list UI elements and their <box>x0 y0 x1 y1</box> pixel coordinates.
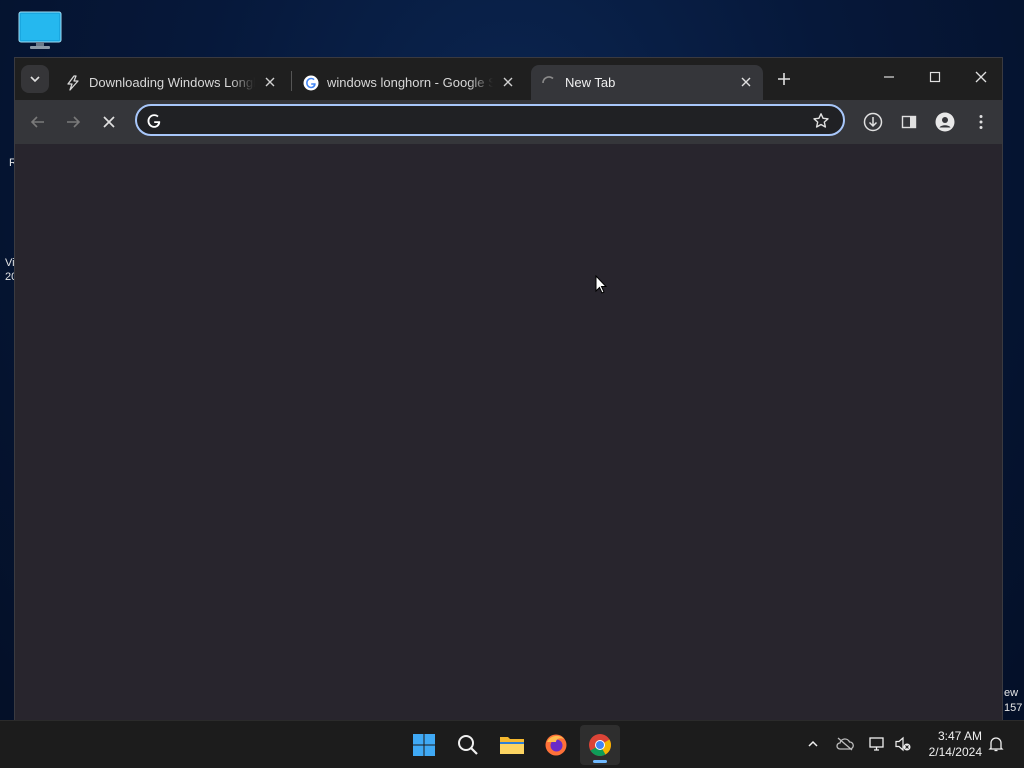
chrome-button[interactable] <box>580 725 620 765</box>
tab-strip: Downloading Windows Longhorn windows lon… <box>15 58 1002 100</box>
back-button[interactable] <box>24 108 52 136</box>
side-panel-button[interactable] <box>895 108 923 136</box>
clock-time: 3:47 AM <box>937 729 982 743</box>
volume-muted-icon <box>895 736 911 752</box>
windows-logo-icon <box>413 734 435 756</box>
clock-date: 2/14/2024 <box>928 745 982 759</box>
close-icon[interactable] <box>739 75 753 89</box>
more-vertical-icon <box>979 115 983 129</box>
chevron-down-icon <box>30 76 40 83</box>
firefox-icon <box>545 734 567 756</box>
address-input[interactable] <box>171 110 795 132</box>
tab-title: windows longhorn - Google Search <box>327 75 493 90</box>
file-explorer-button[interactable] <box>492 725 532 765</box>
address-bar[interactable] <box>135 104 845 136</box>
close-icon[interactable] <box>501 75 515 89</box>
onedrive-tray-icon[interactable] <box>834 733 856 755</box>
desktop-label-fragment: 157 <box>1004 702 1023 714</box>
downloads-button[interactable] <box>859 108 887 136</box>
arrow-left-icon <box>30 116 44 128</box>
bolt-icon <box>65 74 81 91</box>
arrow-right-icon <box>67 116 81 128</box>
maximize-icon <box>929 71 941 83</box>
start-button[interactable] <box>404 725 444 765</box>
bookmark-star-icon[interactable] <box>811 111 831 131</box>
minimize-icon <box>884 76 894 78</box>
avatar-icon <box>935 112 955 132</box>
minimize-button[interactable] <box>866 58 912 96</box>
network-icon <box>869 737 884 751</box>
close-icon <box>103 116 115 128</box>
tab-search-button[interactable] <box>21 65 49 93</box>
close-icon <box>975 71 987 83</box>
browser-window: Downloading Windows Longhorn windows lon… <box>14 57 1003 721</box>
plus-icon <box>778 73 790 85</box>
network-tray-icon[interactable] <box>866 733 888 755</box>
mouse-cursor-icon <box>595 275 607 294</box>
stop-loading-button[interactable] <box>95 108 123 136</box>
google-g-icon <box>147 114 161 128</box>
tab-title: Downloading Windows Longhorn <box>89 75 255 90</box>
close-icon[interactable] <box>263 75 277 89</box>
tab-downloading-longhorn[interactable]: Downloading Windows Longhorn <box>55 65 287 100</box>
taskbar-search-button[interactable] <box>448 725 488 765</box>
firefox-button[interactable] <box>536 725 576 765</box>
taskbar: 3:47 AM 2/14/2024 <box>0 720 1024 768</box>
browser-toolbar <box>15 100 1002 144</box>
folder-icon <box>500 737 524 754</box>
side-panel-icon <box>901 115 917 129</box>
taskbar-clock[interactable]: 3:47 AM 2/14/2024 <box>929 728 982 760</box>
tab-separator <box>291 71 292 91</box>
forward-button[interactable] <box>59 108 87 136</box>
search-icon <box>458 735 478 755</box>
menu-button[interactable] <box>967 108 995 136</box>
profile-button[interactable] <box>931 108 959 136</box>
cloud-off-icon <box>836 737 854 751</box>
close-window-button[interactable] <box>958 58 1004 96</box>
desktop-monitor-icon[interactable] <box>18 10 62 50</box>
google-icon <box>303 75 319 91</box>
show-hidden-icons-button[interactable] <box>802 733 824 755</box>
tab-new-tab[interactable]: New Tab <box>531 65 763 100</box>
chevron-up-icon <box>808 740 818 747</box>
notifications-button[interactable] <box>985 733 1007 755</box>
desktop-label-fragment: ew <box>1004 687 1019 699</box>
bell-icon <box>988 737 1004 752</box>
tab-google-search[interactable]: windows longhorn - Google Search <box>293 65 525 100</box>
chrome-icon <box>589 734 611 756</box>
loading-spinner-icon <box>541 75 557 91</box>
tab-title: New Tab <box>565 75 616 90</box>
page-content[interactable] <box>15 144 1002 721</box>
maximize-button[interactable] <box>912 58 958 96</box>
volume-tray-icon[interactable] <box>892 733 914 755</box>
active-app-indicator <box>593 760 607 763</box>
download-icon <box>863 112 883 132</box>
new-tab-button[interactable] <box>771 66 797 92</box>
